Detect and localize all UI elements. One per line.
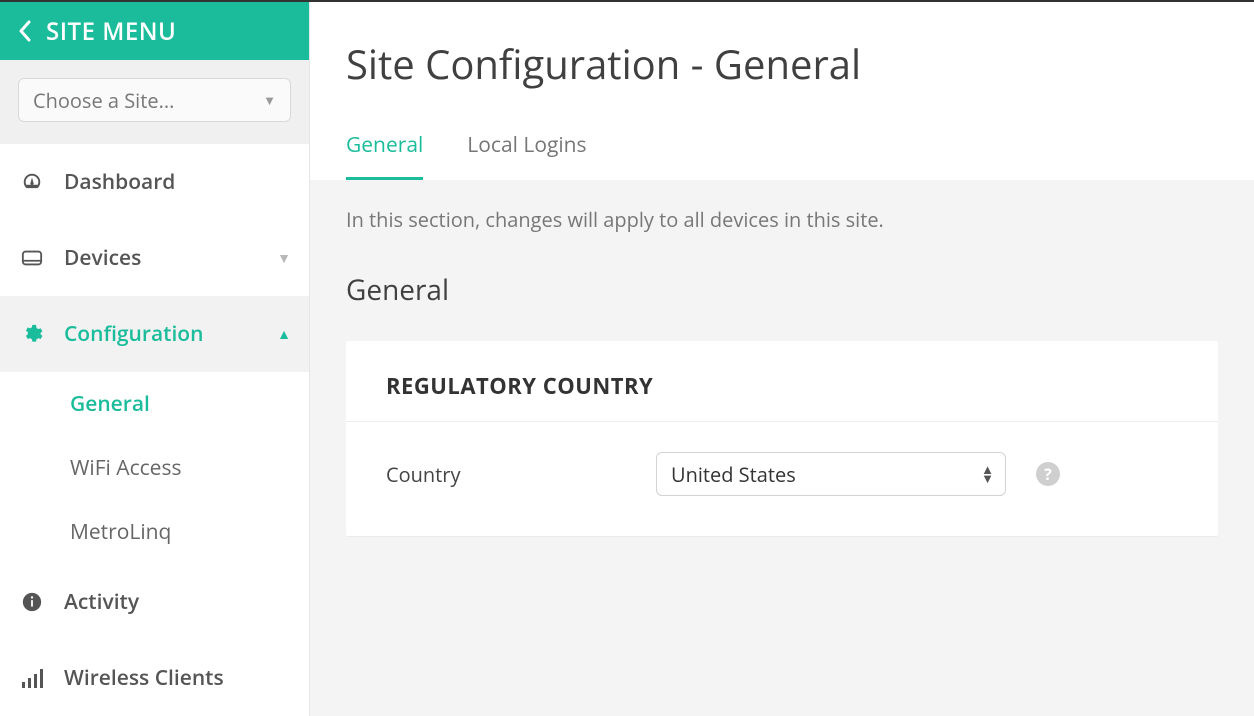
section-heading: General: [346, 271, 1218, 309]
submenu-item-metrolinq[interactable]: MetroLinq: [0, 500, 309, 564]
sidebar-item-configuration[interactable]: Configuration ▲: [0, 296, 309, 372]
submenu-item-general[interactable]: General: [0, 372, 309, 436]
card-title: REGULATORY COUNTRY: [386, 371, 1178, 401]
sidebar-item-devices[interactable]: Devices ▼: [0, 220, 309, 296]
sidebar-item-activity[interactable]: Activity: [0, 564, 309, 640]
regulatory-country-card: REGULATORY COUNTRY Country United States…: [346, 341, 1218, 536]
sidebar-item-dashboard[interactable]: Dashboard: [0, 144, 309, 220]
sidebar-item-wireless-clients[interactable]: Wireless Clients: [0, 640, 309, 716]
back-chevron-icon: [18, 20, 32, 42]
site-selector-label: Choose a Site...: [33, 87, 174, 114]
country-select-wrap: United States ▲▼: [656, 452, 1006, 496]
sidebar-item-label: Dashboard: [64, 168, 291, 196]
sidebar-item-label: Configuration: [64, 320, 277, 348]
tab-label: General: [346, 131, 423, 159]
help-icon[interactable]: ?: [1036, 462, 1060, 486]
gear-icon: [18, 323, 46, 345]
sidebar-menu: Dashboard Devices ▼ Configuration ▲ Gene…: [0, 144, 309, 716]
site-selector[interactable]: Choose a Site... ▼: [18, 78, 291, 122]
sidebar-item-label: Wireless Clients: [64, 664, 291, 692]
submenu-item-label: WiFi Access: [70, 454, 182, 482]
page-title: Site Configuration - General: [346, 36, 1218, 91]
tab-general[interactable]: General: [346, 131, 423, 180]
site-selector-wrap: Choose a Site... ▼: [0, 60, 309, 144]
chevron-down-icon: ▼: [263, 91, 276, 109]
devices-icon: [18, 249, 46, 267]
chevron-up-icon: ▲: [277, 325, 291, 344]
submenu-item-label: General: [70, 390, 150, 418]
submenu-item-wifi-access[interactable]: WiFi Access: [0, 436, 309, 500]
sidebar-item-label: Devices: [64, 244, 277, 272]
chevron-down-icon: ▼: [277, 249, 291, 268]
country-select-value: United States: [671, 461, 796, 488]
dashboard-icon: [18, 171, 46, 193]
country-select[interactable]: United States: [656, 452, 1006, 496]
bars-icon: [18, 668, 46, 688]
content: In this section, changes will apply to a…: [310, 180, 1254, 572]
card-body: Country United States ▲▼ ?: [346, 421, 1218, 536]
section-description: In this section, changes will apply to a…: [346, 206, 1218, 233]
tab-local-logins[interactable]: Local Logins: [467, 131, 586, 180]
sidebar-header[interactable]: SITE MENU: [0, 2, 309, 60]
sidebar: SITE MENU Choose a Site... ▼ Dashboard D…: [0, 2, 310, 716]
tabs: General Local Logins: [346, 131, 1218, 180]
submenu-item-label: MetroLinq: [70, 518, 171, 546]
configuration-submenu: General WiFi Access MetroLinq: [0, 372, 309, 564]
main-header: Site Configuration - General General Loc…: [310, 2, 1254, 180]
info-icon: [18, 591, 46, 613]
sidebar-title: SITE MENU: [46, 15, 176, 48]
card-title-row: REGULATORY COUNTRY: [346, 341, 1218, 421]
country-field-label: Country: [386, 461, 626, 488]
sidebar-item-label: Activity: [64, 588, 291, 616]
main-content: Site Configuration - General General Loc…: [310, 2, 1254, 716]
tab-label: Local Logins: [467, 131, 586, 159]
